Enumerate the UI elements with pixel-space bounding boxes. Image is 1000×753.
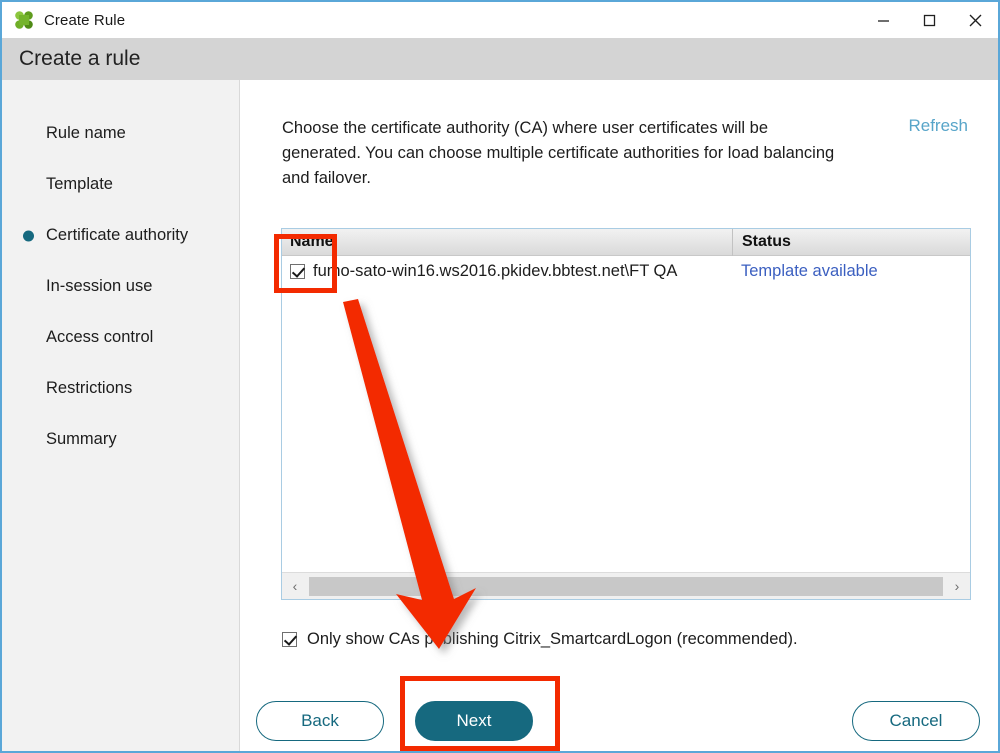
- only-show-cas-label: Only show CAs publishing Citrix_Smartcar…: [307, 630, 798, 648]
- scrollbar-thumb[interactable]: [309, 576, 943, 596]
- ca-name-label: fumo-sato-win16.ws2016.pkidev.bbtest.net…: [313, 261, 678, 280]
- only-show-cas-checkbox[interactable]: [282, 632, 297, 647]
- sidebar-item-in-session-use[interactable]: In-session use: [2, 261, 239, 312]
- sidebar-item-certificate-authority[interactable]: Certificate authority: [2, 210, 239, 261]
- maximize-icon[interactable]: [906, 2, 952, 38]
- sidebar-item-summary[interactable]: Summary: [2, 414, 239, 465]
- minimize-icon[interactable]: [860, 2, 906, 38]
- main-content-pane: Choose the certificate authority (CA) wh…: [241, 80, 998, 751]
- close-icon[interactable]: [952, 2, 998, 38]
- column-header-name[interactable]: Name: [282, 233, 732, 251]
- certificate-authority-list: Name Status fumo-sato-win16.ws2016.pkide…: [281, 228, 971, 600]
- sidebar-item-label: Access control: [46, 328, 154, 346]
- footer-button-bar: Back Next Cancel: [241, 678, 998, 751]
- sidebar-item-template[interactable]: Template: [2, 159, 239, 210]
- scroll-left-icon[interactable]: ‹: [282, 573, 308, 599]
- sidebar-item-label: Template: [46, 175, 113, 193]
- back-button[interactable]: Back: [256, 701, 384, 741]
- instruction-text: Choose the certificate authority (CA) wh…: [282, 119, 835, 187]
- next-button[interactable]: Next: [415, 701, 533, 741]
- scroll-right-icon[interactable]: ›: [944, 573, 970, 599]
- title-bar: Create Rule: [2, 2, 998, 38]
- sidebar-item-label: In-session use: [46, 277, 153, 295]
- sidebar-item-label: Certificate authority: [46, 226, 189, 244]
- sidebar-item-label: Rule name: [46, 124, 126, 142]
- page-title: Create a rule: [19, 47, 141, 70]
- cancel-button[interactable]: Cancel: [852, 701, 980, 741]
- wizard-steps-sidebar: Rule name Template Certificate authority…: [2, 80, 240, 751]
- table-row[interactable]: fumo-sato-win16.ws2016.pkidev.bbtest.net…: [282, 256, 970, 286]
- window-title: Create Rule: [44, 11, 126, 29]
- create-rule-window: Create Rule Create a rule Rule name Temp…: [0, 0, 1000, 753]
- horizontal-scrollbar[interactable]: ‹ ›: [282, 572, 970, 599]
- sidebar-item-restrictions[interactable]: Restrictions: [2, 363, 239, 414]
- only-show-cas-option[interactable]: Only show CAs publishing Citrix_Smartcar…: [282, 630, 798, 649]
- active-step-dot: [23, 230, 34, 241]
- window-controls: [860, 2, 998, 38]
- table-body: fumo-sato-win16.ws2016.pkidev.bbtest.net…: [282, 256, 970, 572]
- row-name-cell: fumo-sato-win16.ws2016.pkidev.bbtest.net…: [282, 262, 732, 281]
- citrix-logo-icon: [14, 10, 34, 30]
- row-status-cell[interactable]: Template available: [732, 262, 970, 281]
- sidebar-item-rule-name[interactable]: Rule name: [2, 108, 239, 159]
- page-header-band: Create a rule: [2, 38, 998, 80]
- sidebar-item-label: Restrictions: [46, 379, 133, 397]
- sidebar-item-label: Summary: [46, 430, 117, 448]
- table-header-row: Name Status: [282, 228, 970, 256]
- column-header-status[interactable]: Status: [732, 228, 970, 256]
- row-checkbox[interactable]: [290, 263, 305, 279]
- refresh-link[interactable]: Refresh: [908, 116, 968, 136]
- sidebar-item-access-control[interactable]: Access control: [2, 312, 239, 363]
